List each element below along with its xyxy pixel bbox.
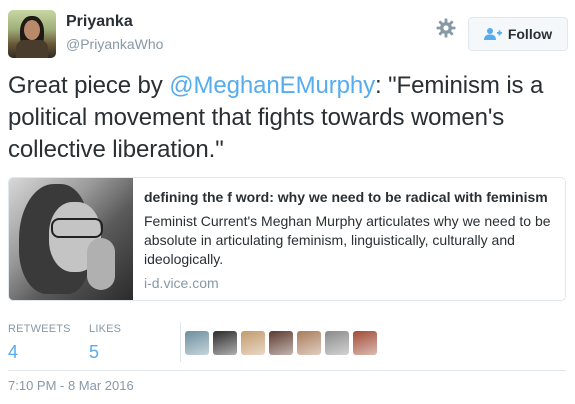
user-name-block: Priyanka @PriyankaWho <box>66 12 163 54</box>
stats-divider <box>180 322 181 362</box>
card-thumbnail[interactable] <box>9 178 133 300</box>
follow-label: Follow <box>507 26 553 42</box>
card-description: Feminist Current's Meghan Murphy articul… <box>144 213 551 267</box>
liker-avatar[interactable] <box>213 331 237 355</box>
thumbnail-hand <box>87 238 115 290</box>
likers-row <box>185 331 377 355</box>
tweet-header: Priyanka @PriyankaWho Follow <box>8 10 568 58</box>
avatar-body <box>16 40 48 58</box>
display-name[interactable]: Priyanka <box>66 12 163 32</box>
liker-avatar[interactable] <box>185 331 209 355</box>
liker-avatar[interactable] <box>269 331 293 355</box>
gear-icon[interactable] <box>436 18 456 38</box>
mention-link[interactable]: @MeghanEMurphy <box>169 72 375 99</box>
thumbnail-glasses <box>51 218 103 238</box>
user-handle[interactable]: @PriyankaWho <box>66 34 163 54</box>
follow-button[interactable]: Follow <box>468 17 568 51</box>
tweet-text: Great piece by @MeghanEMurphy: "Feminism… <box>8 70 564 166</box>
tweet-timestamp[interactable]: 7:10 PM - 8 Mar 2016 <box>8 377 134 395</box>
retweets-stat[interactable]: RETWEETS 4 <box>8 322 71 364</box>
liker-avatar[interactable] <box>353 331 377 355</box>
avatar-face <box>24 20 40 40</box>
likes-stat[interactable]: LIKES 5 <box>89 322 121 364</box>
retweets-label: RETWEETS <box>8 323 71 335</box>
user-avatar[interactable] <box>8 10 56 58</box>
likes-label: LIKES <box>89 323 122 335</box>
tweet-text-before: Great piece by <box>8 72 170 99</box>
link-card[interactable]: defining the f word: why we need to be r… <box>8 177 566 301</box>
liker-avatar[interactable] <box>325 331 349 355</box>
card-domain[interactable]: i-d.vice.com <box>144 274 554 292</box>
card-body: defining the f word: why we need to be r… <box>144 188 554 292</box>
timestamp-divider <box>8 370 566 371</box>
liker-avatar[interactable] <box>297 331 321 355</box>
retweets-count[interactable]: 4 <box>8 340 71 364</box>
liker-avatar[interactable] <box>241 331 265 355</box>
card-title[interactable]: defining the f word: why we need to be r… <box>144 188 554 206</box>
add-user-icon <box>483 27 502 41</box>
likes-count[interactable]: 5 <box>89 340 121 364</box>
